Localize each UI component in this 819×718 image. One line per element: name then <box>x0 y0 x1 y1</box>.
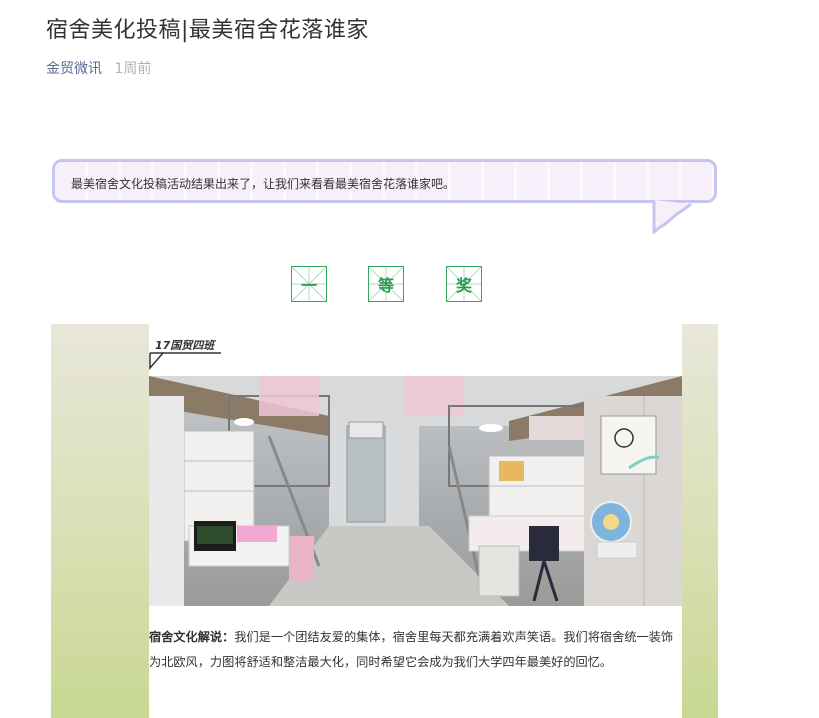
class-name-label: 17国贸四班 <box>155 339 215 352</box>
publish-time: 1周前 <box>114 61 152 77</box>
award-char-text: 等 <box>377 276 394 295</box>
entry-description: 宿舍文化解说：我们是一个团结友爱的集体，宿舍里每天都充满着欢声笑语。我们将宿舍统… <box>149 625 683 675</box>
intro-text: 最美宿舍文化投稿活动结果出来了，让我们来看看最美宿舍花落谁家吧。 <box>71 177 456 191</box>
award-char-3: 奖 <box>446 266 482 302</box>
intro-bubble: 最美宿舍文化投稿活动结果出来了，让我们来看看最美宿舍花落谁家吧。 <box>52 159 717 203</box>
tian-grid-icon <box>369 267 403 301</box>
left-decor-band <box>51 324 149 718</box>
article-title: 宿舍美化投稿|最美宿舍花落谁家 <box>46 18 369 43</box>
description-label: 宿舍文化解说： <box>149 630 235 644</box>
award-char-2: 等 <box>368 266 404 302</box>
dorm-photo[interactable] <box>149 376 682 606</box>
award-char-text: 奖 <box>455 276 472 295</box>
tian-grid-icon <box>447 267 481 301</box>
bubble-tail <box>652 200 692 234</box>
award-char-1: 一 <box>291 266 327 302</box>
right-decor-band <box>682 324 718 718</box>
author-link[interactable]: 金贸微讯 <box>46 61 102 77</box>
award-char-text: 一 <box>300 276 317 295</box>
dorm-photo-illustration <box>149 376 682 606</box>
tian-grid-icon <box>292 267 326 301</box>
article-meta: 金贸微讯 1周前 <box>46 58 151 78</box>
label-underline-icon <box>149 352 221 370</box>
